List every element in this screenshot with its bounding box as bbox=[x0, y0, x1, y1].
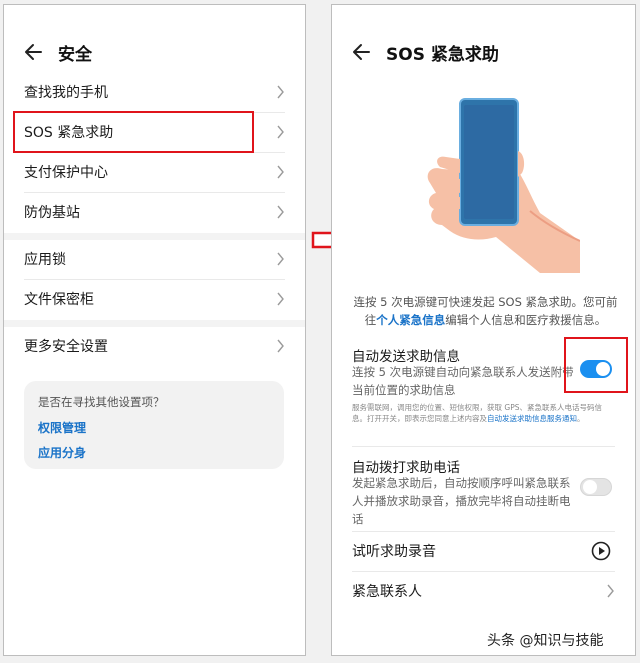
chevron-right-icon bbox=[277, 165, 284, 179]
menu-item-label: 查找我的手机 bbox=[24, 85, 108, 101]
hand-holding-phone-illustration bbox=[427, 98, 580, 273]
header: 安全 bbox=[24, 39, 92, 65]
link-permission-management[interactable]: 权限管理 bbox=[38, 419, 270, 436]
chevron-right-icon bbox=[277, 85, 284, 99]
chevron-right-icon bbox=[277, 125, 284, 139]
menu-item-app-lock[interactable]: 应用锁 bbox=[24, 239, 285, 279]
page-title: 安全 bbox=[58, 44, 92, 65]
link-service-notice[interactable]: 自动发送求助信息服务通知 bbox=[487, 414, 577, 423]
menu-item-label: 应用锁 bbox=[24, 252, 66, 268]
highlight-box bbox=[564, 337, 628, 393]
highlight-box bbox=[13, 111, 254, 153]
auto-call-toggle[interactable] bbox=[580, 478, 612, 496]
security-settings-screen: 安全 查找我的手机 SOS 紧急求助 支付保护中心 防伪基站 应用锁 文件保密柜… bbox=[3, 4, 306, 656]
menu-item-label: 更多安全设置 bbox=[24, 339, 108, 355]
fine-print-end: 。 bbox=[577, 414, 585, 423]
menu-item-fake-base-station[interactable]: 防伪基站 bbox=[24, 192, 285, 232]
sos-description: 连按 5 次电源键可快速发起 SOS 紧急求助。您可前往个人紧急信息编辑个人信息… bbox=[352, 293, 619, 329]
auto-call-description: 发起紧急求助后，自动按顺序呼叫紧急联系人并播放求助录音，播放完毕将自动挂断电话 bbox=[352, 476, 571, 526]
listen-recording-item[interactable]: 试听求助录音 bbox=[352, 531, 615, 571]
back-arrow-icon[interactable] bbox=[24, 42, 44, 62]
chevron-right-icon bbox=[277, 205, 284, 219]
chevron-right-icon bbox=[607, 584, 614, 598]
play-icon[interactable] bbox=[591, 541, 611, 561]
link-personal-emergency-info[interactable]: 个人紧急信息 bbox=[376, 313, 445, 327]
menu-item-file-safe[interactable]: 文件保密柜 bbox=[24, 279, 285, 319]
menu-item-find-phone[interactable]: 查找我的手机 bbox=[24, 72, 285, 112]
menu-item-label: 支付保护中心 bbox=[24, 165, 108, 181]
auto-send-title: 自动发送求助信息 bbox=[352, 349, 460, 365]
listen-recording-label: 试听求助录音 bbox=[352, 544, 436, 560]
menu-item-more-security[interactable]: 更多安全设置 bbox=[24, 326, 285, 366]
description-text-end: 编辑个人信息和医疗救援信息。 bbox=[445, 313, 607, 327]
emergency-contacts-label: 紧急联系人 bbox=[352, 584, 422, 600]
auto-call-title: 自动拨打求助电话 bbox=[352, 460, 460, 476]
page-title: SOS 紧急求助 bbox=[386, 44, 499, 65]
chevron-right-icon bbox=[277, 252, 284, 266]
auto-send-fine-print: 服务需联网，调用您的位置、短信权限，获取 GPS、紧急联系人电话号码信息。打开开… bbox=[352, 402, 614, 424]
back-arrow-icon[interactable] bbox=[352, 42, 372, 62]
link-app-twin[interactable]: 应用分身 bbox=[38, 444, 270, 461]
watermark: 头条 @知识与技能 bbox=[487, 633, 604, 649]
chevron-right-icon bbox=[277, 339, 284, 353]
header: SOS 紧急求助 bbox=[352, 39, 499, 65]
emergency-contacts-item[interactable]: 紧急联系人 bbox=[352, 571, 615, 611]
sos-settings-screen: SOS 紧急求助 连按 5 次电源键可快速发起 SOS 紧急求助。您可前往个人紧… bbox=[331, 4, 636, 656]
suggestion-question: 是否在寻找其他设置项？ bbox=[38, 395, 165, 409]
menu-item-payment-protection[interactable]: 支付保护中心 bbox=[24, 152, 285, 192]
menu-item-label: 防伪基站 bbox=[24, 205, 80, 221]
chevron-right-icon bbox=[277, 292, 284, 306]
auto-send-description: 连按 5 次电源键自动向紧急联系人发送附带当前位置的求助信息 bbox=[352, 365, 574, 397]
suggestion-card: 是否在寻找其他设置项？ 权限管理 应用分身 bbox=[24, 381, 284, 469]
menu-item-label: 文件保密柜 bbox=[24, 292, 94, 308]
